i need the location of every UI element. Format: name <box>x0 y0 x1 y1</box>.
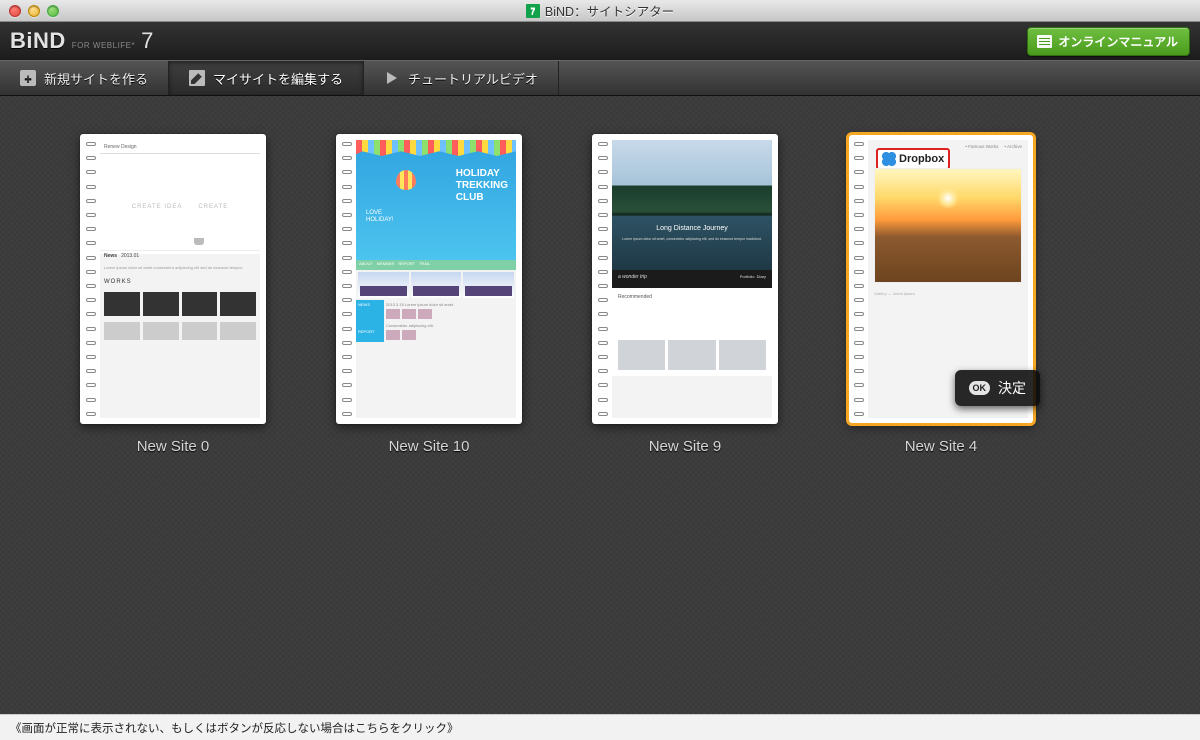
notebook-rings-icon <box>598 142 610 416</box>
confirm-button-label: 決定 <box>998 378 1026 398</box>
brand: BiND FOR WEBLIFE* 7 <box>10 28 1027 54</box>
tab-edit-site[interactable]: マイサイトを編集する <box>169 61 364 95</box>
tab-new-site-label: 新規サイトを作る <box>44 69 148 88</box>
dropbox-badge: Dropbox <box>876 148 950 170</box>
dropbox-label: Dropbox <box>899 153 944 165</box>
mac-titlebar: 7 BiND：サイトシアター <box>0 0 1200 22</box>
brand-name: BiND <box>10 28 66 54</box>
confirm-button[interactable]: OK 決定 <box>955 370 1041 406</box>
play-icon <box>387 72 397 84</box>
online-manual-label: オンラインマニュアル <box>1058 33 1178 50</box>
site-card[interactable]: Long Distance Journey Lorem ipsum dolor … <box>592 134 778 455</box>
tab-new-site[interactable]: + 新規サイトを作る <box>0 61 169 95</box>
notebook-rings-icon <box>854 142 866 416</box>
site-thumbnail: Long Distance Journey Lorem ipsum dolor … <box>592 134 778 424</box>
site-card[interactable]: HOLIDAY TREKKING CLUB LOVE HOLIDAY! ABOU… <box>336 134 522 455</box>
brand-version: 7 <box>141 28 153 54</box>
site-name: New Site 10 <box>389 438 470 455</box>
brand-tagline: FOR WEBLIFE* <box>72 41 135 50</box>
window-title: 7 BiND：サイトシアター <box>0 1 1200 20</box>
site-preview: HOLIDAY TREKKING CLUB LOVE HOLIDAY! ABOU… <box>356 140 516 418</box>
ok-icon: OK <box>969 381 991 395</box>
app-header: BiND FOR WEBLIFE* 7 オンラインマニュアル <box>0 22 1200 60</box>
window-title-text: BiND：サイトシアター <box>545 1 674 20</box>
site-name: New Site 0 <box>137 438 210 455</box>
site-thumbnail: Renew Design CREATE IDEA CREATE News2013… <box>80 134 266 424</box>
edit-icon <box>189 70 205 86</box>
main-tabs: + 新規サイトを作る マイサイトを編集する チュートリアルビデオ <box>0 60 1200 96</box>
notebook-rings-icon <box>342 142 354 416</box>
site-card[interactable]: Renew Design CREATE IDEA CREATE News2013… <box>80 134 266 455</box>
manual-icon <box>1037 35 1052 48</box>
site-theater: Renew Design CREATE IDEA CREATE News2013… <box>0 96 1200 714</box>
footer: 《画面が正常に表示されない、もしくはボタンが反応しない場合はこちらをクリック》 <box>0 714 1200 740</box>
app-icon: 7 <box>526 4 540 18</box>
site-name: New Site 4 <box>905 438 978 455</box>
site-preview: Long Distance Journey Lorem ipsum dolor … <box>612 140 772 418</box>
site-name: New Site 9 <box>649 438 722 455</box>
tab-tutorial-label: チュートリアルビデオ <box>408 69 538 88</box>
render-help-link[interactable]: 《画面が正常に表示されない、もしくはボタンが反応しない場合はこちらをクリック》 <box>10 720 459 736</box>
tab-tutorial[interactable]: チュートリアルビデオ <box>364 61 559 95</box>
notebook-rings-icon <box>86 142 98 416</box>
site-preview: Renew Design CREATE IDEA CREATE News2013… <box>100 140 260 418</box>
plus-icon: + <box>20 70 36 86</box>
online-manual-button[interactable]: オンラインマニュアル <box>1027 27 1190 56</box>
site-thumbnail: HOLIDAY TREKKING CLUB LOVE HOLIDAY! ABOU… <box>336 134 522 424</box>
dropbox-icon <box>882 152 896 166</box>
tab-edit-site-label: マイサイトを編集する <box>213 69 343 88</box>
site-card[interactable]: • Famous Works• Archive Dropbox Gallery … <box>848 134 1034 455</box>
